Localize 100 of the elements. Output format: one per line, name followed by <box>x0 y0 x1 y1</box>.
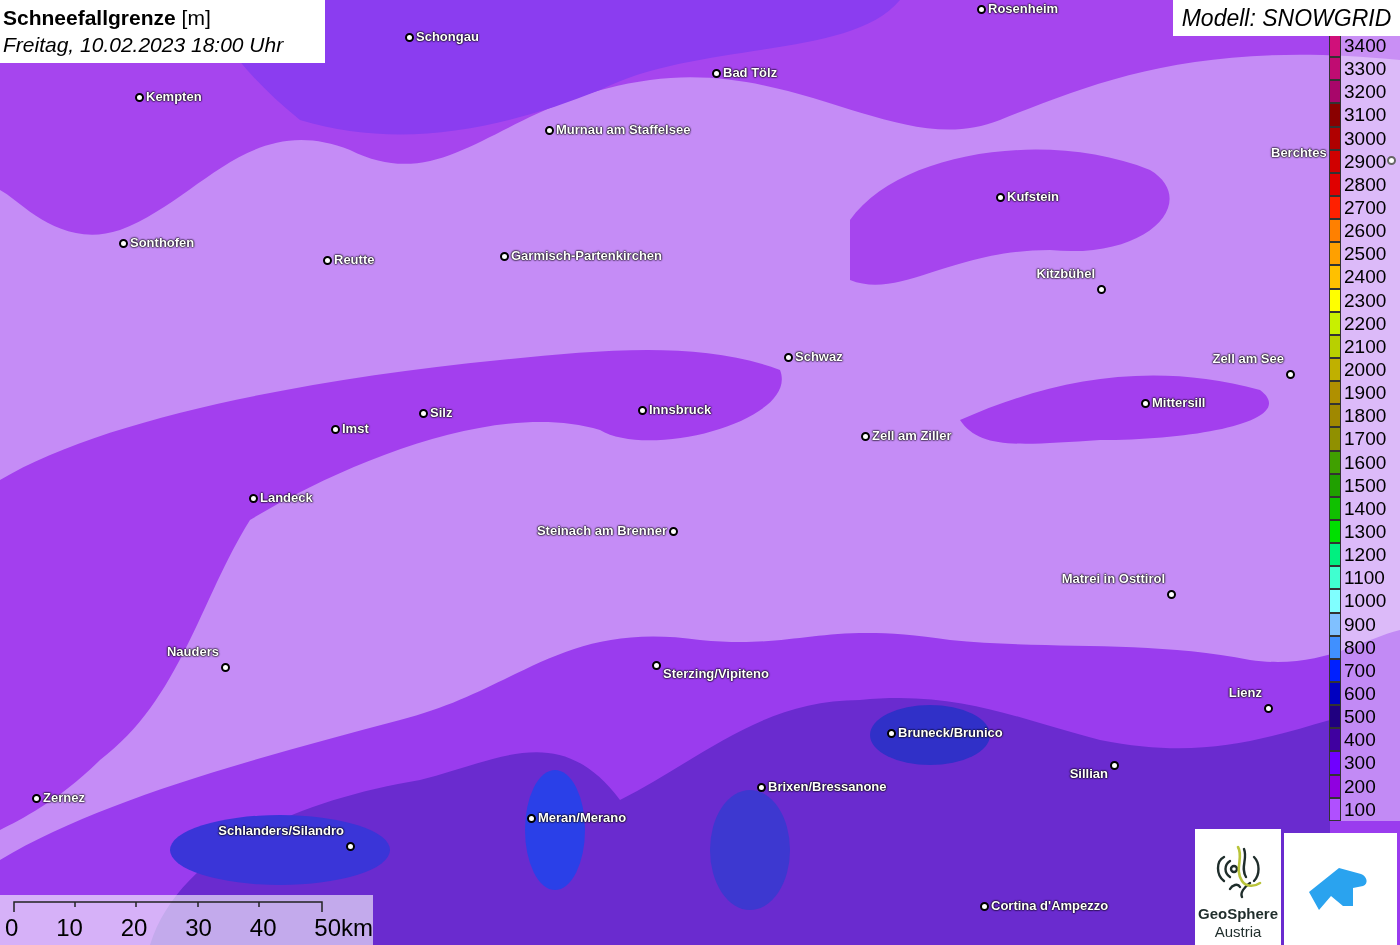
city-label: Kufstein <box>1007 189 1059 205</box>
city-label: Reutte <box>334 252 375 268</box>
city-label: Cortina d'Ampezzo <box>991 898 1109 914</box>
city-label: Meran/Merano <box>538 810 627 826</box>
city-marker-icon <box>323 256 332 265</box>
legend-label: 900 <box>1344 612 1376 636</box>
legend-label: 2000 <box>1344 357 1387 382</box>
city-marker-icon <box>652 661 661 670</box>
city-label: Garmisch-Partenkirchen <box>511 248 662 264</box>
legend-label: 2200 <box>1344 311 1387 335</box>
city-marker-icon <box>32 794 41 803</box>
legend-label: 2900 <box>1344 149 1387 173</box>
city-label: Berchtes <box>1271 145 1327 161</box>
legend-label: 600 <box>1344 681 1376 706</box>
city-marker-icon <box>887 729 896 738</box>
city-marker-icon <box>1286 370 1295 379</box>
city-label: Bad Tölz <box>723 65 778 81</box>
city-marker-icon <box>1141 399 1150 408</box>
legend-label: 2700 <box>1344 196 1387 220</box>
city-label: Brixen/Bressanone <box>768 779 887 795</box>
scale-label: 20 <box>120 914 148 942</box>
city-label: Bruneck/Brunico <box>898 725 1003 741</box>
city-marker-icon <box>500 252 509 261</box>
legend-label: 1100 <box>1344 566 1385 590</box>
city-marker-icon <box>712 69 721 78</box>
scale-label: 10 <box>56 914 83 942</box>
legend-label: 2100 <box>1344 334 1387 358</box>
city-marker-icon <box>1387 156 1396 165</box>
legend-label: 3400 <box>1344 34 1387 58</box>
city-marker-icon <box>249 494 258 503</box>
city-label: Matrei in Osttirol <box>1061 571 1165 587</box>
city-marker-icon <box>545 126 554 135</box>
legend-label: 1200 <box>1344 543 1387 567</box>
legend-label: 1400 <box>1344 496 1387 520</box>
city-label: Zell am See <box>1212 351 1284 367</box>
city-label: Innsbruck <box>649 402 712 418</box>
legend-label: 3000 <box>1344 126 1387 150</box>
city-label: Schlanders/Silandro <box>218 823 344 839</box>
legend-label: 1700 <box>1344 427 1387 451</box>
legend-label: 300 <box>1344 751 1376 775</box>
city-label: Silz <box>430 405 453 421</box>
model-label: Modell: SNOWGRID <box>1173 0 1400 36</box>
city-label: Sterzing/Vipiteno <box>663 666 769 682</box>
city-label: Imst <box>342 421 369 437</box>
logo-text: GeoSphere <box>1198 905 1278 923</box>
city-marker-icon <box>1110 761 1119 770</box>
city-marker-icon <box>980 902 989 911</box>
city-label: Zell am Ziller <box>872 428 952 444</box>
city-label: Schwaz <box>795 349 843 365</box>
legend-label: 3100 <box>1344 103 1387 127</box>
legend-label: 2400 <box>1344 265 1387 289</box>
legend-label: 2300 <box>1344 288 1387 312</box>
city-marker-icon <box>638 406 647 415</box>
map-title: Schneefallgrenze [m] <box>3 5 211 31</box>
legend-label: 1900 <box>1344 381 1387 405</box>
city-label: Rosenheim <box>988 1 1059 17</box>
scale-label: 0 <box>5 914 19 942</box>
city-marker-icon <box>119 239 128 248</box>
legend-label: 2800 <box>1344 172 1387 196</box>
legend-label: 1300 <box>1344 519 1387 544</box>
city-marker-icon <box>996 193 1005 202</box>
legend-label: 1000 <box>1344 589 1387 613</box>
legend-label: 100 <box>1344 797 1376 821</box>
scale-label: 30 <box>185 914 212 942</box>
legend-label: 2500 <box>1344 242 1387 266</box>
city-marker-icon <box>419 409 428 418</box>
logo-text: Austria <box>1214 923 1262 941</box>
legend-label: 500 <box>1344 705 1376 729</box>
legend-label: 1600 <box>1344 450 1387 474</box>
city-marker-icon <box>405 33 414 42</box>
city-marker-icon <box>669 527 678 536</box>
legend-label: 800 <box>1344 635 1376 659</box>
city-marker-icon <box>346 842 355 851</box>
city-marker-icon <box>1097 285 1106 294</box>
legend-label: 1800 <box>1344 404 1387 428</box>
legend-label: 3200 <box>1344 80 1387 104</box>
city-label: Kitzbühel <box>1036 266 1095 282</box>
city-label: Sonthofen <box>130 235 195 251</box>
scale-label: 40 <box>249 914 277 942</box>
city-marker-icon <box>1167 590 1176 599</box>
city-marker-icon <box>1264 704 1273 713</box>
city-label: Lienz <box>1228 685 1262 701</box>
city-marker-icon <box>784 353 793 362</box>
legend-label: 2600 <box>1344 219 1387 243</box>
city-marker-icon <box>861 432 870 441</box>
city-marker-icon <box>977 5 986 14</box>
city-marker-icon <box>527 814 536 823</box>
city-label: Mittersill <box>1152 395 1206 411</box>
city-label: Sillian <box>1069 766 1108 782</box>
city-marker-icon <box>221 663 230 672</box>
city-label: Murnau am Staffelsee <box>556 122 691 138</box>
city-label: Kempten <box>146 89 202 105</box>
scale-label: 50km <box>314 914 373 942</box>
legend-label: 3300 <box>1344 57 1387 81</box>
city-marker-icon <box>331 425 340 434</box>
city-marker-icon <box>757 783 766 792</box>
legend-label: 1500 <box>1344 473 1387 497</box>
legend-label: 700 <box>1344 658 1376 682</box>
legend-label: 200 <box>1344 774 1376 798</box>
city-label: Steinach am Brenner <box>536 523 667 539</box>
